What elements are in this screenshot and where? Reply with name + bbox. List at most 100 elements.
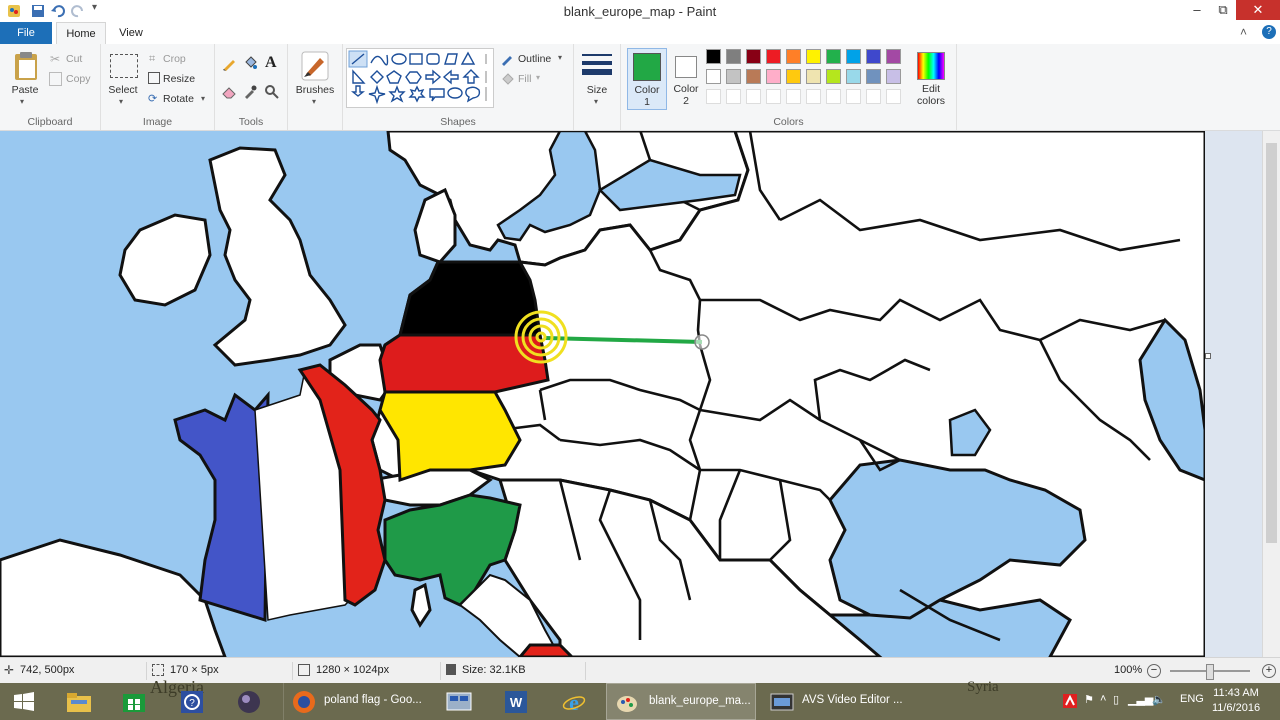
taskbar-avs-video-editor[interactable]: AVS Video Editor ... [762, 683, 912, 720]
start-button[interactable] [0, 683, 48, 720]
palette-custom-slot[interactable] [826, 89, 841, 104]
eraser-icon[interactable] [221, 84, 237, 100]
battery-tray-icon[interactable]: ▯ [1113, 693, 1119, 706]
palette-swatch[interactable] [826, 49, 841, 64]
palette-swatch[interactable] [886, 49, 901, 64]
minimize-button[interactable]: – [1184, 0, 1210, 20]
palette-swatch[interactable] [786, 49, 801, 64]
tab-view[interactable]: View [108, 22, 154, 44]
palette-swatch[interactable] [866, 69, 881, 84]
shapes-gallery[interactable] [346, 48, 494, 108]
crop-button[interactable]: Crop [163, 53, 186, 65]
zoom-in-button[interactable]: + [1262, 664, 1276, 678]
canvas-area[interactable] [0, 131, 1280, 657]
cut-button[interactable]: Cut [66, 53, 82, 65]
edit-colors-button[interactable]: Edit colors [913, 48, 949, 108]
palette-custom-slot[interactable] [766, 89, 781, 104]
taskbar-paint[interactable]: blank_europe_ma... [606, 683, 756, 720]
copy-button[interactable]: Copy [66, 73, 91, 85]
palette-swatch[interactable] [706, 69, 721, 84]
clock-date[interactable]: 11/6/2016 [1206, 702, 1266, 714]
paste-label[interactable]: Paste [6, 84, 44, 96]
palette-swatch[interactable] [846, 49, 861, 64]
taskbar-store[interactable] [110, 683, 158, 720]
paste-icon[interactable] [12, 50, 40, 82]
collapse-ribbon-button[interactable]: ˄ [1240, 25, 1247, 39]
palette-swatch[interactable] [806, 69, 821, 84]
rotate-button[interactable]: Rotate [163, 93, 194, 105]
palette-custom-slot[interactable] [806, 89, 821, 104]
palette-swatch[interactable] [806, 49, 821, 64]
resize-button[interactable]: Resize [163, 73, 195, 85]
palette-swatch[interactable] [746, 69, 761, 84]
size-icon[interactable] [582, 52, 612, 78]
palette-custom-slot[interactable] [846, 89, 861, 104]
flag-tray-icon[interactable]: ⚑ [1084, 693, 1094, 706]
size-dropdown-icon[interactable]: ▾ [594, 97, 598, 106]
antivirus-tray-icon[interactable] [1062, 693, 1078, 709]
palette-swatch[interactable] [866, 49, 881, 64]
line-end-handle[interactable] [694, 334, 710, 350]
select-label[interactable]: Select [103, 84, 143, 96]
tab-file[interactable]: File [0, 22, 52, 44]
select-icon[interactable] [110, 54, 138, 78]
palette-swatch[interactable] [706, 49, 721, 64]
color1-selector[interactable]: Color 1 [627, 48, 667, 110]
paste-dropdown-icon[interactable]: ▾ [20, 97, 24, 106]
fill-button[interactable]: Fill [518, 73, 531, 85]
outline-dropdown-icon[interactable]: ▾ [558, 53, 562, 62]
size-label[interactable]: Size [574, 84, 620, 96]
rotate-dropdown-icon[interactable]: ▾ [201, 94, 205, 103]
zoom-out-button[interactable]: − [1147, 664, 1161, 678]
color2-selector[interactable]: Color 2 [667, 48, 705, 108]
help-button[interactable]: ? [1262, 25, 1276, 39]
palette-custom-slot[interactable] [786, 89, 801, 104]
fill-dropdown-icon[interactable]: ▾ [536, 73, 540, 82]
input-language[interactable]: ENG [1180, 693, 1204, 705]
europe-map-canvas[interactable] [0, 131, 1205, 657]
canvas-resize-handle[interactable] [1205, 353, 1211, 359]
chevron-up-tray-icon[interactable]: ˄ [1100, 693, 1106, 705]
clock-time[interactable]: 11:43 AM [1206, 687, 1266, 699]
restore-button[interactable]: ⧉ [1210, 0, 1236, 20]
palette-custom-slot[interactable] [706, 89, 721, 104]
outline-button[interactable]: Outline [518, 53, 551, 65]
palette-custom-slot[interactable] [886, 89, 901, 104]
palette-custom-slot[interactable] [746, 89, 761, 104]
volume-tray-icon[interactable]: 🔈 [1152, 693, 1166, 706]
palette-custom-slot[interactable] [866, 89, 881, 104]
brushes-dropdown-icon[interactable]: ▾ [312, 97, 316, 106]
fill-bucket-icon[interactable] [242, 56, 258, 72]
text-tool-icon[interactable]: A [265, 54, 277, 72]
taskbar-network-app[interactable] [436, 683, 484, 720]
zoom-slider-thumb[interactable] [1206, 664, 1214, 680]
taskbar-file-explorer[interactable] [55, 683, 103, 720]
taskbar-internet-explorer[interactable]: e [550, 683, 598, 720]
palette-swatch[interactable] [726, 49, 741, 64]
fill-icon [502, 73, 514, 85]
taskbar-app-orb[interactable] [225, 683, 273, 720]
network-tray-icon[interactable]: ▁▃▅ [1128, 693, 1153, 706]
tab-home[interactable]: Home [56, 22, 106, 44]
taskbar-help[interactable]: ? [168, 683, 216, 720]
close-button[interactable]: ✕ [1236, 0, 1280, 20]
palette-swatch[interactable] [746, 49, 761, 64]
pencil-icon[interactable] [221, 56, 237, 72]
palette-swatch[interactable] [786, 69, 801, 84]
palette-swatch[interactable] [726, 69, 741, 84]
palette-swatch[interactable] [766, 49, 781, 64]
brushes-icon[interactable] [300, 50, 330, 82]
select-dropdown-icon[interactable]: ▾ [119, 97, 123, 106]
palette-swatch[interactable] [846, 69, 861, 84]
taskbar-firefox[interactable]: poland flag - Goo... [283, 683, 427, 720]
magnifier-icon[interactable] [264, 84, 280, 100]
color-picker-icon[interactable] [242, 84, 258, 100]
palette-swatch[interactable] [826, 69, 841, 84]
brushes-label[interactable]: Brushes [290, 84, 340, 96]
vertical-scrollbar-thumb[interactable] [1266, 143, 1277, 543]
taskbar-word[interactable]: W [492, 683, 540, 720]
palette-swatch[interactable] [766, 69, 781, 84]
palette-swatch[interactable] [886, 69, 901, 84]
palette-custom-slot[interactable] [726, 89, 741, 104]
vertical-scrollbar[interactable] [1262, 131, 1280, 657]
